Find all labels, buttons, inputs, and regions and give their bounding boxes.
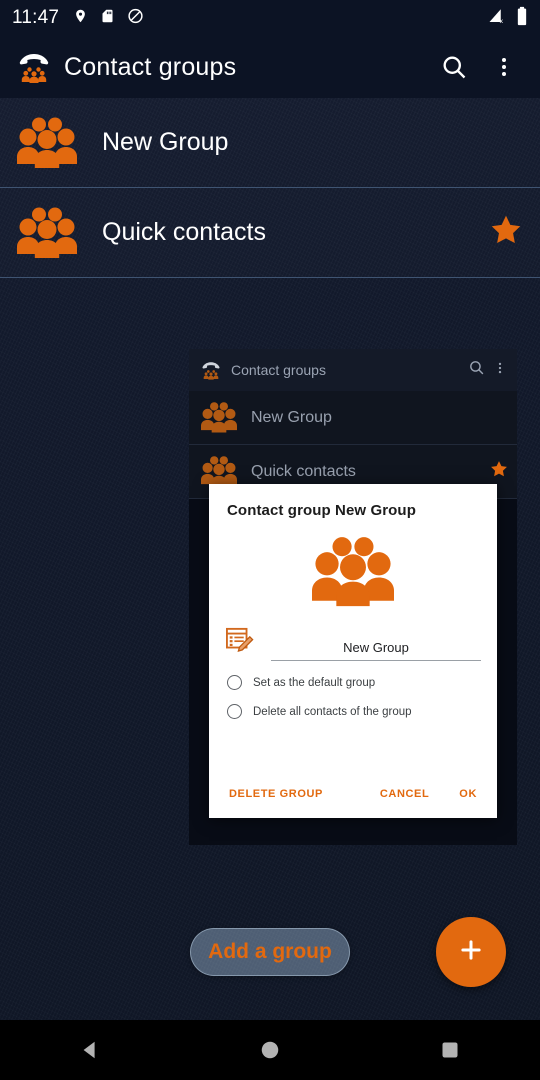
search-icon[interactable] [432,45,476,89]
cancel-button[interactable]: CANCEL [378,782,431,806]
phone-screen: 11:47 x Contact groups New Group Quick c… [0,0,540,1080]
list-item-label: Quick contacts [102,218,266,246]
list-item[interactable]: Quick contacts [0,188,540,278]
preview-list-item-label: New Group [251,408,332,426]
list-item[interactable]: New Group [0,98,540,188]
phone-group-logo-icon [14,47,54,87]
location-icon [73,7,88,30]
add-group-fab[interactable] [436,917,506,987]
group-list: New Group Quick contacts [0,98,540,278]
option-label: Delete all contacts of the group [253,705,412,718]
group-icon [197,401,241,434]
contact-group-dialog: Contact group New Group New Group Set as… [209,484,497,818]
preview-list-item: New Group [189,391,517,445]
option-delete-all-contacts[interactable]: Delete all contacts of the group [209,704,497,719]
home-circle-icon[interactable] [230,1020,310,1080]
dialog-title: Contact group New Group [227,502,416,519]
plus-icon [456,935,486,970]
radio-button[interactable] [227,704,242,719]
edit-note-icon [225,627,259,657]
do-not-disturb-icon [127,7,144,30]
preview-app-bar: Contact groups [189,349,517,391]
delete-group-button[interactable]: DELETE GROUP [227,782,325,806]
favorite-star-icon [489,459,509,484]
group-icon [16,116,78,170]
ok-button[interactable]: OK [457,782,479,806]
preview-title: Contact groups [231,362,326,378]
favorite-star-icon[interactable] [488,212,524,253]
option-label: Set as the default group [253,676,376,689]
more-vert-icon[interactable] [482,45,526,89]
more-vert-icon [493,360,507,381]
group-name-input[interactable] [271,638,481,661]
search-icon [468,359,485,381]
preview-list-item-label: Quick contacts [251,462,356,480]
phone-group-logo-icon [199,358,223,382]
signal-no-sim-icon: x [487,7,507,30]
add-a-group-button[interactable]: Add a group [190,928,350,976]
recents-square-icon[interactable] [410,1020,490,1080]
page-title: Contact groups [64,52,237,81]
option-set-default-group[interactable]: Set as the default group [209,675,497,690]
status-clock: 11:47 [12,7,60,28]
svg-text:x: x [500,18,504,25]
dialog-group-icon [209,519,497,619]
app-bar: Contact groups [0,36,540,98]
status-bar: 11:47 x [0,0,540,36]
dialog-actions: DELETE GROUP CANCEL OK [209,782,497,806]
sd-card-icon [100,7,115,30]
radio-button[interactable] [227,675,242,690]
group-icon [16,206,78,260]
navigation-bar [0,1020,540,1080]
battery-full-icon [516,6,528,31]
list-item-label: New Group [102,128,229,156]
back-triangle-icon[interactable] [50,1020,130,1080]
add-a-group-label: Add a group [208,940,332,963]
